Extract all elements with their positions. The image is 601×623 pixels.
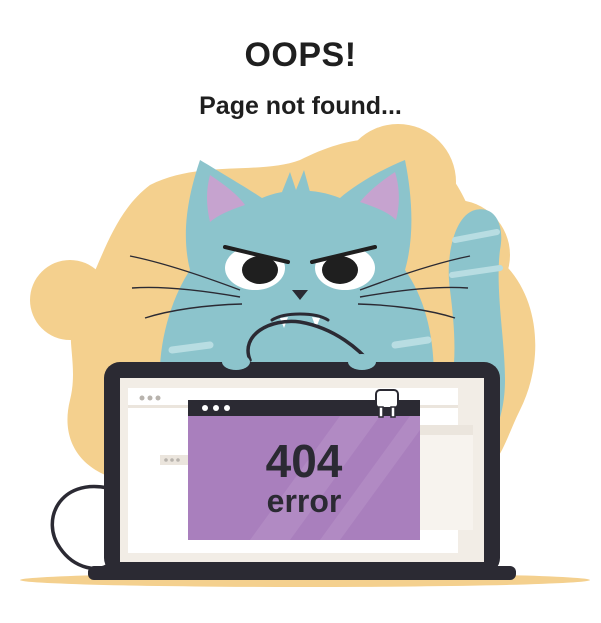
cable-icon <box>50 484 110 571</box>
error-illustration: 404 error <box>20 124 590 587</box>
error-code: 404 <box>266 435 343 487</box>
error-label: error <box>267 483 342 519</box>
